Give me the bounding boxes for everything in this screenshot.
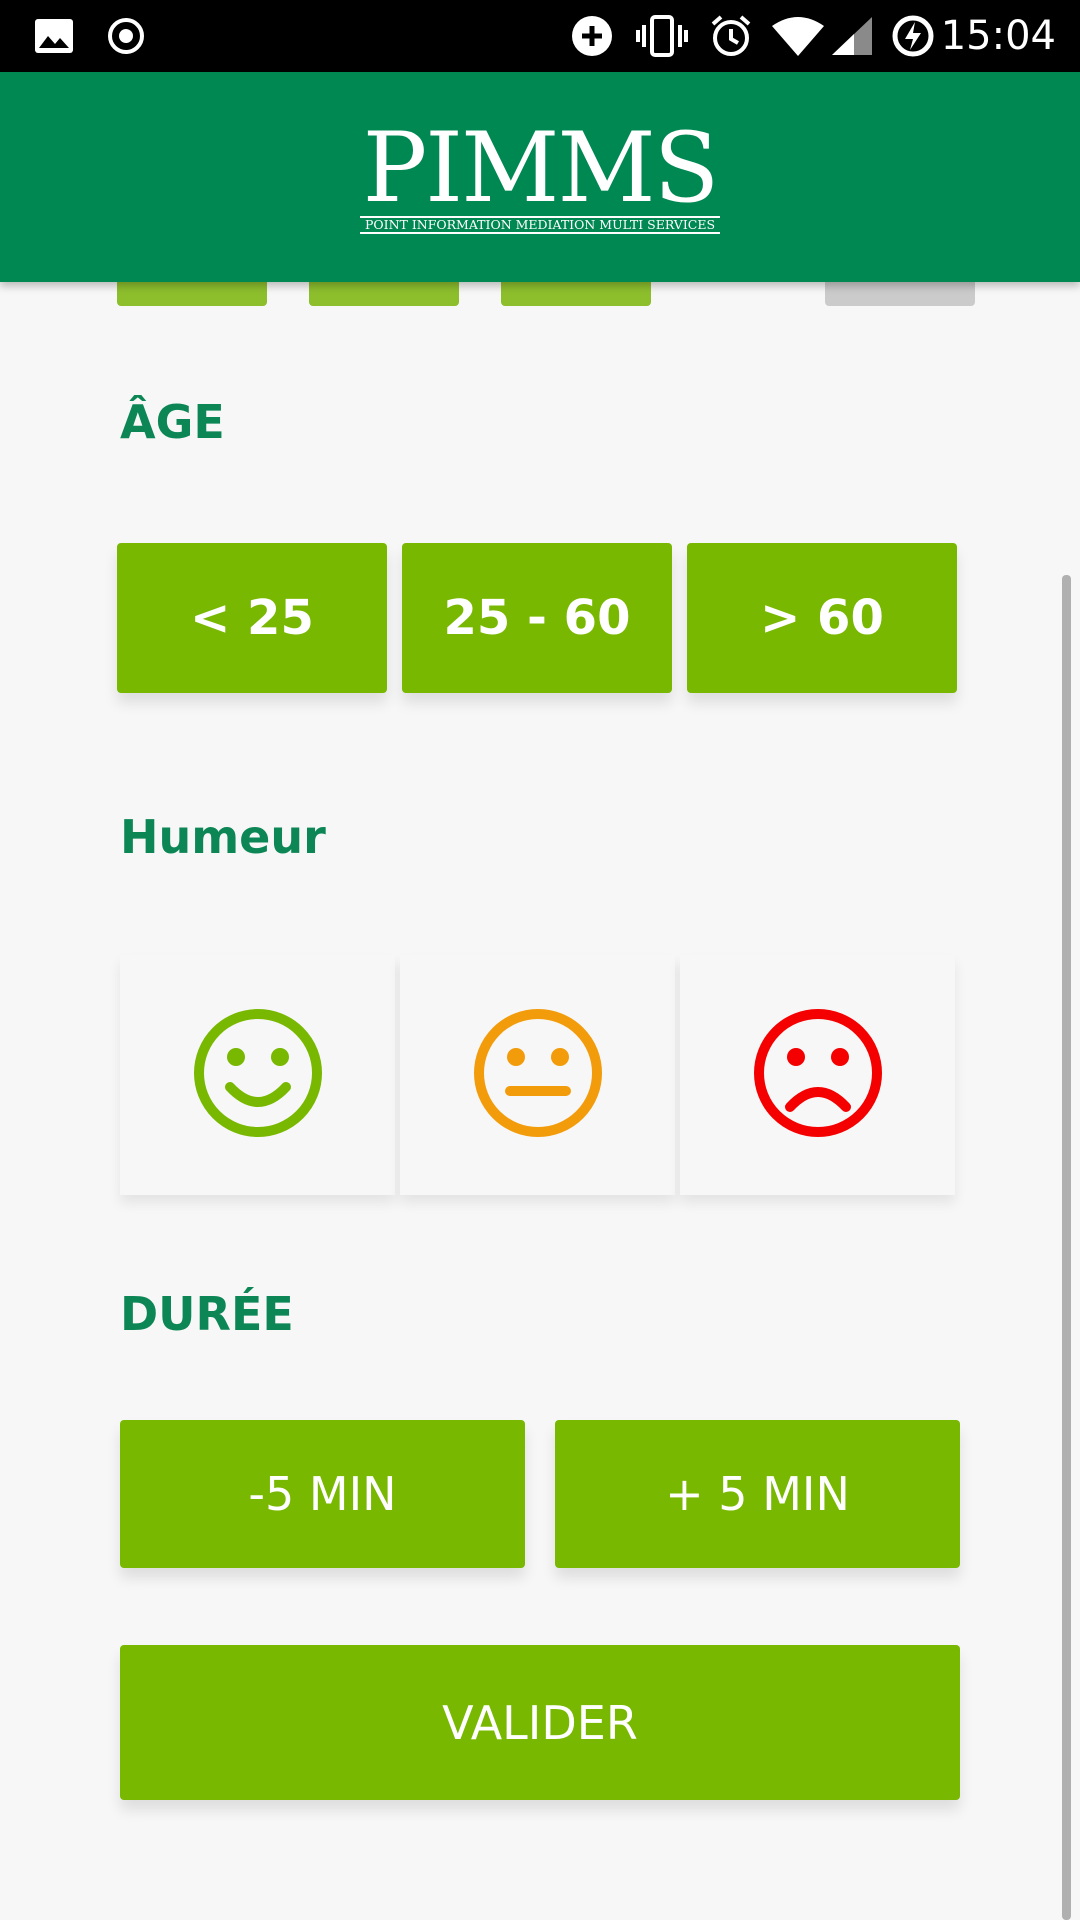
alarm-icon: [708, 14, 754, 58]
neutral-face-icon: [472, 1007, 604, 1143]
battery-charging-icon: [890, 14, 936, 58]
mood-sad-button[interactable]: [680, 955, 955, 1195]
duration-plus-5-button[interactable]: + 5 MIN: [555, 1420, 960, 1568]
mood-neutral-button[interactable]: [400, 955, 675, 1195]
validate-button[interactable]: VALIDER: [120, 1645, 960, 1800]
logo-text: PIMMS: [362, 112, 720, 224]
age-25-60-button[interactable]: 25 - 60: [402, 543, 672, 693]
pimms-logo: PIMMS POINT INFORMATION MEDIATION MULTI …: [360, 112, 720, 234]
status-bar: 15:04: [0, 0, 1080, 72]
age-section-title: ÂGE: [120, 395, 225, 449]
image-icon: [34, 14, 74, 58]
wifi-icon: [772, 14, 824, 58]
mood-happy-button[interactable]: [120, 955, 395, 1195]
age-under-25-button[interactable]: < 25: [117, 543, 387, 693]
vibrate-icon: [634, 14, 690, 58]
duration-minus-5-button[interactable]: -5 MIN: [120, 1420, 525, 1568]
mood-section-title: Humeur: [120, 810, 326, 864]
logo-subtitle: POINT INFORMATION MEDIATION MULTI SERVIC…: [360, 216, 720, 234]
happy-face-icon: [192, 1007, 324, 1143]
signal-icon: [830, 14, 874, 58]
app-header: PIMMS POINT INFORMATION MEDIATION MULTI …: [0, 72, 1080, 282]
duration-section-title: DURÉE: [120, 1287, 294, 1341]
sad-face-icon: [752, 1007, 884, 1143]
age-over-60-button[interactable]: > 60: [687, 543, 957, 693]
scrollbar[interactable]: [1062, 575, 1071, 1920]
add-circle-icon: [570, 14, 614, 58]
status-time: 15:04: [940, 13, 1056, 59]
record-icon: [106, 14, 146, 58]
